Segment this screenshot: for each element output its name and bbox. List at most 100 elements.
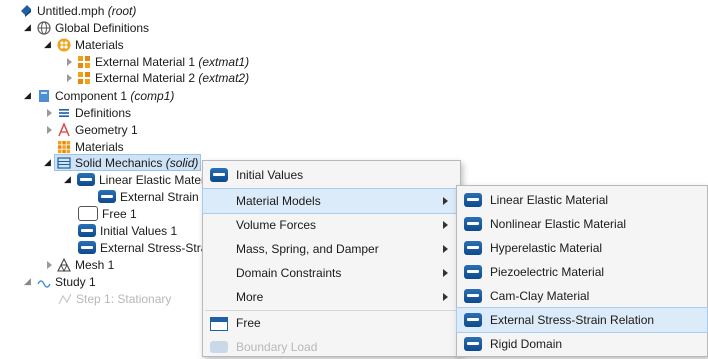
tree-label: External Material 2 (95, 70, 196, 85)
material-models-submenu: Linear Elastic Material Nonlinear Elasti… (456, 185, 708, 357)
tree-node-initial-values[interactable]: Initial Values 1 (78, 222, 177, 239)
domain-feature-icon (78, 241, 96, 254)
context-menu: Initial Values Material Models Volume Fo… (202, 160, 461, 357)
menu-item-material-models[interactable]: Material Models (202, 188, 461, 214)
tree-node-linear-elastic[interactable]: ◢ Linear Elastic Mater (64, 171, 205, 188)
submenu-item-rigid-domain[interactable]: Rigid Domain (457, 332, 707, 356)
tree-node-free[interactable]: Free 1 (78, 205, 137, 222)
menu-item-more[interactable]: More (203, 285, 460, 309)
tree-label-root: Untitled.mph (37, 3, 105, 18)
tree-label: Materials (75, 139, 124, 154)
tree-tag: (extmat1) (198, 54, 250, 69)
tree-node-materials[interactable]: Materials (44, 138, 124, 155)
submenu-arrow-icon (443, 293, 448, 301)
tree-node-root[interactable]: Untitled.mph (root) (6, 2, 136, 19)
submenu-item-label: Hyperelastic Material (490, 241, 603, 255)
tree-label: Component 1 (55, 88, 128, 103)
expand-toggle[interactable]: ◢ (44, 157, 54, 168)
free-icon (210, 317, 228, 331)
tree-tag-root: (root) (107, 3, 137, 18)
submenu-arrow-icon (443, 269, 448, 277)
submenu-item-external-stress-strain[interactable]: External Stress-Strain Relation (456, 307, 708, 333)
expand-toggle[interactable]: ◢ (24, 22, 34, 33)
submenu-item-label: Rigid Domain (490, 337, 563, 351)
collapse-toggle[interactable] (64, 73, 74, 83)
tree-node-solid-mechanics[interactable]: ◢ Solid Mechanics (solid) (44, 154, 202, 171)
model-icon (21, 4, 31, 17)
tree-label: Mesh 1 (75, 257, 115, 272)
menu-item-volume-forces[interactable]: Volume Forces (203, 213, 460, 237)
tree-node-external-stress[interactable]: External Stress-Strai (78, 239, 210, 256)
menu-item-label: Free (236, 316, 261, 330)
menu-item-domain-constraints[interactable]: Domain Constraints (203, 261, 460, 285)
material-model-icon (464, 241, 482, 255)
submenu-item-nonlinear-elastic[interactable]: Nonlinear Elastic Material (457, 212, 707, 236)
submenu-arrow-icon (443, 221, 448, 229)
tree-node-external-strain[interactable]: External Strain 1 (98, 188, 209, 205)
tree-node-global-materials[interactable]: ◢ Materials (44, 36, 124, 53)
submenu-item-label: Piezoelectric Material (490, 265, 605, 279)
materials-icon (57, 38, 71, 51)
submenu-arrow-icon (443, 245, 448, 253)
material-model-icon (464, 289, 482, 303)
submenu-item-label: Linear Elastic Material (490, 193, 609, 207)
material-model-icon (464, 217, 482, 231)
submenu-arrow-icon (443, 197, 448, 205)
expand-toggle[interactable]: ◢ (24, 276, 34, 287)
component-icon (39, 89, 49, 102)
material-model-icon (464, 337, 482, 351)
tree-node-definitions[interactable]: Definitions (44, 104, 131, 121)
collapse-toggle[interactable] (44, 125, 54, 135)
collapse-toggle[interactable] (64, 57, 74, 67)
expand-toggle[interactable]: ◢ (24, 90, 34, 101)
tree-node-mesh[interactable]: Mesh 1 (44, 256, 114, 273)
tree-node-geometry[interactable]: Geometry 1 (44, 121, 138, 138)
tree-label: External Material 1 (95, 54, 196, 69)
submenu-item-cam-clay[interactable]: Cam-Clay Material (457, 284, 707, 308)
submenu-item-linear-elastic[interactable]: Linear Elastic Material (457, 188, 707, 212)
menu-item-label: More (236, 290, 264, 304)
tree-node-global-definitions[interactable]: ◢ Global Definitions (24, 19, 149, 36)
tree-label: External Strain 1 (120, 189, 209, 204)
step-icon (58, 293, 72, 304)
tree-label: External Stress-Strai (100, 240, 211, 255)
collapse-toggle[interactable] (44, 108, 54, 118)
domain-feature-icon (78, 224, 96, 237)
geometry-icon (58, 122, 70, 136)
menu-item-initial-values[interactable]: Initial Values (203, 163, 460, 187)
submenu-item-label: Nonlinear Elastic Material (490, 217, 627, 231)
tree-label: Study 1 (55, 274, 96, 289)
material-model-icon (464, 313, 482, 327)
submenu-item-piezoelectric[interactable]: Piezoelectric Material (457, 260, 707, 284)
menu-item-label: Material Models (236, 194, 321, 208)
expand-toggle[interactable]: ◢ (44, 39, 54, 50)
tree-node-component[interactable]: ◢ Component 1 (comp1) (24, 87, 174, 104)
domain-feature-icon (98, 190, 116, 203)
tree-label: Definitions (75, 105, 132, 120)
definitions-icon (59, 108, 69, 117)
tree-label: Materials (75, 37, 124, 52)
tree-label: Initial Values 1 (100, 223, 178, 238)
tree-label: Geometry 1 (75, 122, 138, 137)
tree-node-step[interactable]: Step 1: Stationary (58, 290, 171, 307)
mesh-icon (57, 257, 71, 272)
submenu-item-label: External Stress-Strain Relation (490, 313, 655, 327)
selected-highlight: Solid Mechanics (solid) (54, 154, 202, 171)
menu-item-label: Mass, Spring, and Damper (236, 242, 379, 256)
expand-toggle[interactable]: ◢ (64, 174, 74, 185)
tree-node-study[interactable]: ◢ Study 1 (24, 273, 96, 290)
menu-item-label: Boundary Load (236, 340, 318, 354)
study-icon (37, 279, 51, 288)
menu-item-free[interactable]: Free (203, 311, 460, 335)
tree-node-ext-mat-2[interactable]: External Material 2 (extmat2) (64, 69, 249, 86)
tree-label: Global Definitions (55, 20, 150, 35)
submenu-item-hyperelastic[interactable]: Hyperelastic Material (457, 236, 707, 260)
solid-mechanics-icon (57, 156, 71, 169)
menu-item-boundary-load[interactable]: Boundary Load (203, 335, 460, 359)
menu-item-mass-spring-damper[interactable]: Mass, Spring, and Damper (203, 237, 460, 261)
tree-tag: (extmat2) (198, 70, 250, 85)
collapse-toggle[interactable] (44, 260, 54, 270)
boundary-load-icon (210, 341, 228, 353)
domain-feature-icon (78, 206, 98, 221)
tree-node-ext-mat-1[interactable]: External Material 1 (extmat1) (64, 53, 249, 70)
